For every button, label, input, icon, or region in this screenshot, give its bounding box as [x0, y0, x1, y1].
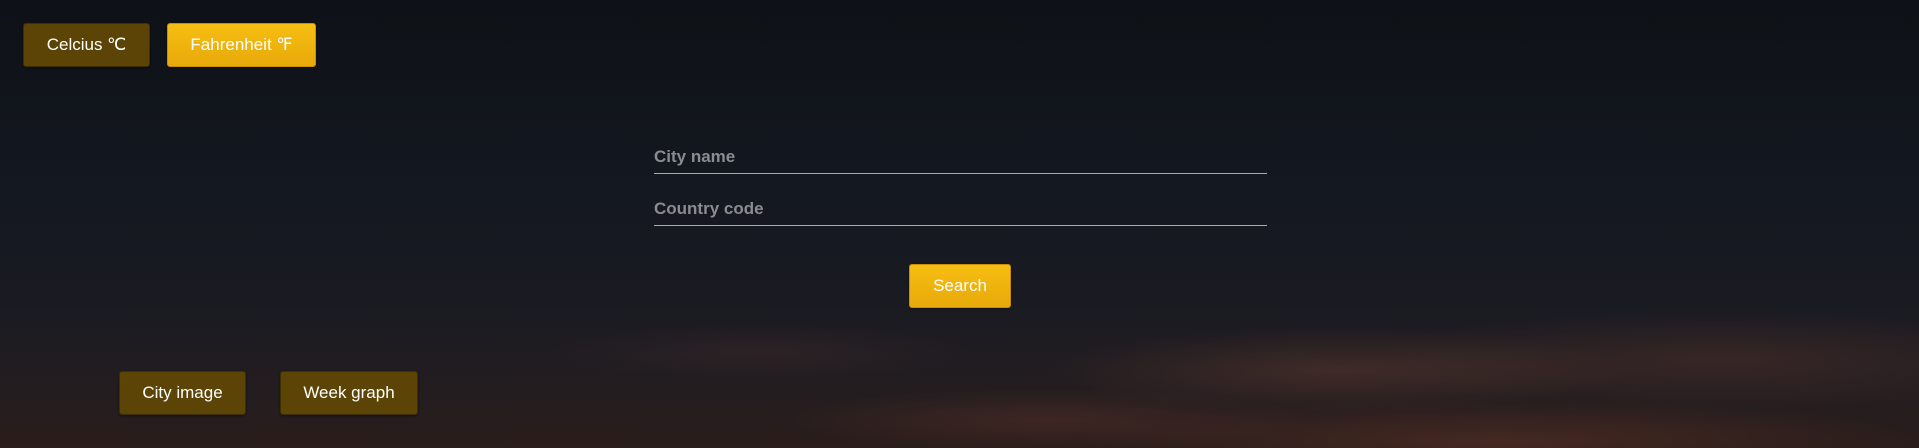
- city-name-input[interactable]: [654, 144, 1267, 174]
- city-image-button[interactable]: City image: [119, 371, 246, 415]
- fahrenheit-unit-button[interactable]: Fahrenheit ℉: [167, 23, 316, 67]
- celsius-unit-button[interactable]: Celcius ℃: [23, 23, 150, 67]
- week-graph-button[interactable]: Week graph: [280, 371, 418, 415]
- country-code-input[interactable]: [654, 196, 1267, 226]
- search-button[interactable]: Search: [909, 264, 1011, 308]
